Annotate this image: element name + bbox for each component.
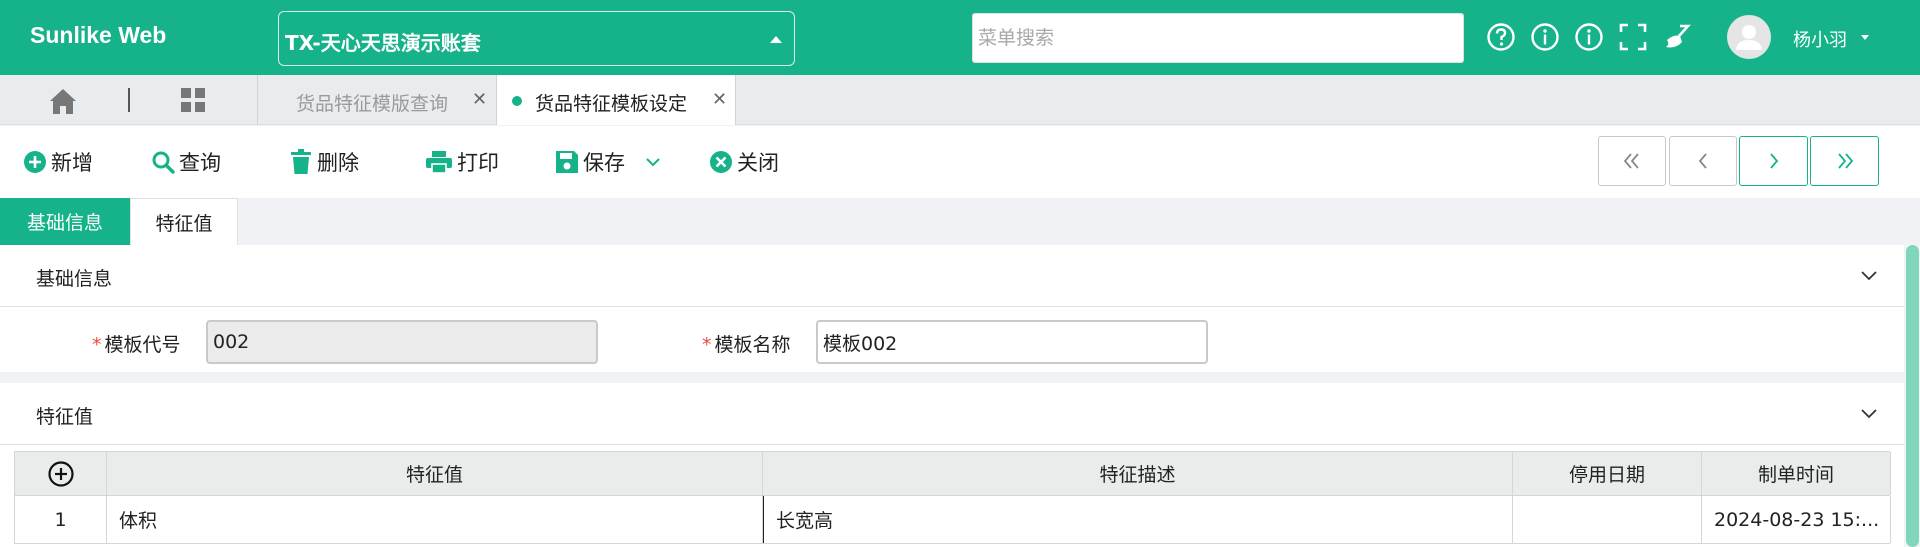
chevron-left-icon: [1698, 153, 1707, 169]
home-icon[interactable]: [48, 87, 78, 115]
printer-icon: [426, 151, 452, 174]
tab-label: 货品特征模版查询: [296, 93, 449, 115]
clean-cache-icon[interactable]: [1662, 22, 1692, 52]
created-time-cell[interactable]: 2024-08-23 15:...: [1702, 496, 1891, 543]
menu-search-input[interactable]: [972, 13, 1464, 63]
template-code-input[interactable]: [206, 320, 598, 364]
active-dot-icon: [512, 96, 522, 106]
save-button[interactable]: 保存: [555, 126, 625, 198]
column-header-feature-description[interactable]: 特征描述: [763, 452, 1513, 495]
account-selector[interactable]: TX-天心天思演示账套: [278, 11, 795, 66]
divider: [735, 75, 736, 125]
plus-circle-icon: [24, 151, 46, 173]
feature-value-cell[interactable]: 体积: [107, 496, 763, 543]
add-button[interactable]: 新增: [23, 126, 93, 198]
next-record-button[interactable]: [1739, 136, 1808, 186]
chevron-down-icon[interactable]: [1860, 267, 1878, 285]
double-chevron-right-icon: [1837, 153, 1853, 169]
divider: [128, 88, 130, 112]
close-icon[interactable]: ✕: [472, 89, 487, 110]
last-record-button[interactable]: [1810, 136, 1879, 186]
row-index: 1: [15, 496, 107, 543]
close-icon[interactable]: ✕: [712, 89, 727, 110]
chevron-down-icon[interactable]: [1861, 35, 1869, 40]
chevron-right-icon: [1769, 153, 1778, 169]
info-icon[interactable]: [1530, 22, 1560, 52]
first-record-button[interactable]: [1598, 136, 1666, 186]
brand-logo: Sunlike Web: [30, 22, 167, 48]
fullscreen-icon[interactable]: [1618, 22, 1648, 52]
tab-basic-info[interactable]: 基础信息: [0, 198, 130, 245]
close-circle-icon: [710, 151, 732, 173]
basic-info-header[interactable]: 基础信息: [0, 245, 1904, 307]
template-name-input[interactable]: [816, 320, 1208, 364]
section-tabs: 基础信息 特征值: [0, 198, 1920, 245]
toolbar: 新增 查询 删除 打印 保存 关闭: [0, 126, 1920, 198]
plus-circle-icon[interactable]: [47, 460, 74, 487]
panel-title: 基础信息: [36, 268, 113, 290]
column-header-stop-date[interactable]: 停用日期: [1513, 452, 1702, 495]
stop-date-cell[interactable]: [1513, 496, 1702, 543]
grid-header-row: 特征值 特征描述 停用日期 制单时间: [14, 451, 1891, 496]
apps-grid-icon[interactable]: [180, 87, 206, 113]
tab-feature-values[interactable]: 特征值: [130, 198, 238, 245]
scrollbar-thumb[interactable]: [1906, 245, 1919, 547]
panel-title: 特征值: [36, 406, 94, 428]
page-tab-bar: 货品特征模版查询 ✕ 货品特征模板设定 ✕: [0, 75, 1920, 125]
chevron-down-icon[interactable]: [1860, 405, 1878, 423]
top-header: Sunlike Web TX-天心天思演示账套 杨小羽: [0, 0, 1920, 75]
previous-record-button[interactable]: [1669, 136, 1737, 186]
table-row[interactable]: 1 体积 长宽高 2024-08-23 15:...: [14, 496, 1891, 544]
template-code-label: * 模板代号: [92, 334, 181, 356]
avatar[interactable]: [1727, 15, 1771, 59]
floppy-icon: [556, 151, 578, 173]
caret-up-icon: [770, 36, 782, 43]
help-icon[interactable]: [1486, 22, 1516, 52]
template-name-label: * 模板名称: [702, 334, 791, 356]
chevron-down-icon[interactable]: [645, 156, 661, 168]
trash-icon: [291, 149, 311, 174]
query-button[interactable]: 查询: [151, 126, 221, 198]
print-button[interactable]: 打印: [425, 126, 499, 198]
tab-label: 货品特征模板设定: [535, 93, 688, 115]
account-name: TX-天心天思演示账套: [285, 31, 481, 55]
double-chevron-left-icon: [1623, 153, 1639, 169]
tab-feature-template-query[interactable]: 货品特征模版查询 ✕: [258, 75, 496, 125]
user-icon: [1736, 25, 1762, 50]
add-row-cell[interactable]: [15, 452, 107, 495]
column-header-feature-value[interactable]: 特征值: [107, 452, 763, 495]
user-name[interactable]: 杨小羽: [1793, 26, 1847, 52]
about-icon[interactable]: [1574, 22, 1604, 52]
search-icon: [152, 151, 175, 174]
feature-description-cell[interactable]: 长宽高: [763, 496, 1513, 543]
delete-button[interactable]: 删除: [289, 126, 359, 198]
tab-feature-template-setup[interactable]: 货品特征模板设定 ✕: [497, 75, 735, 125]
column-header-created-time[interactable]: 制单时间: [1702, 452, 1891, 495]
close-button[interactable]: 关闭: [709, 126, 779, 198]
feature-values-header[interactable]: 特征值: [0, 383, 1904, 445]
